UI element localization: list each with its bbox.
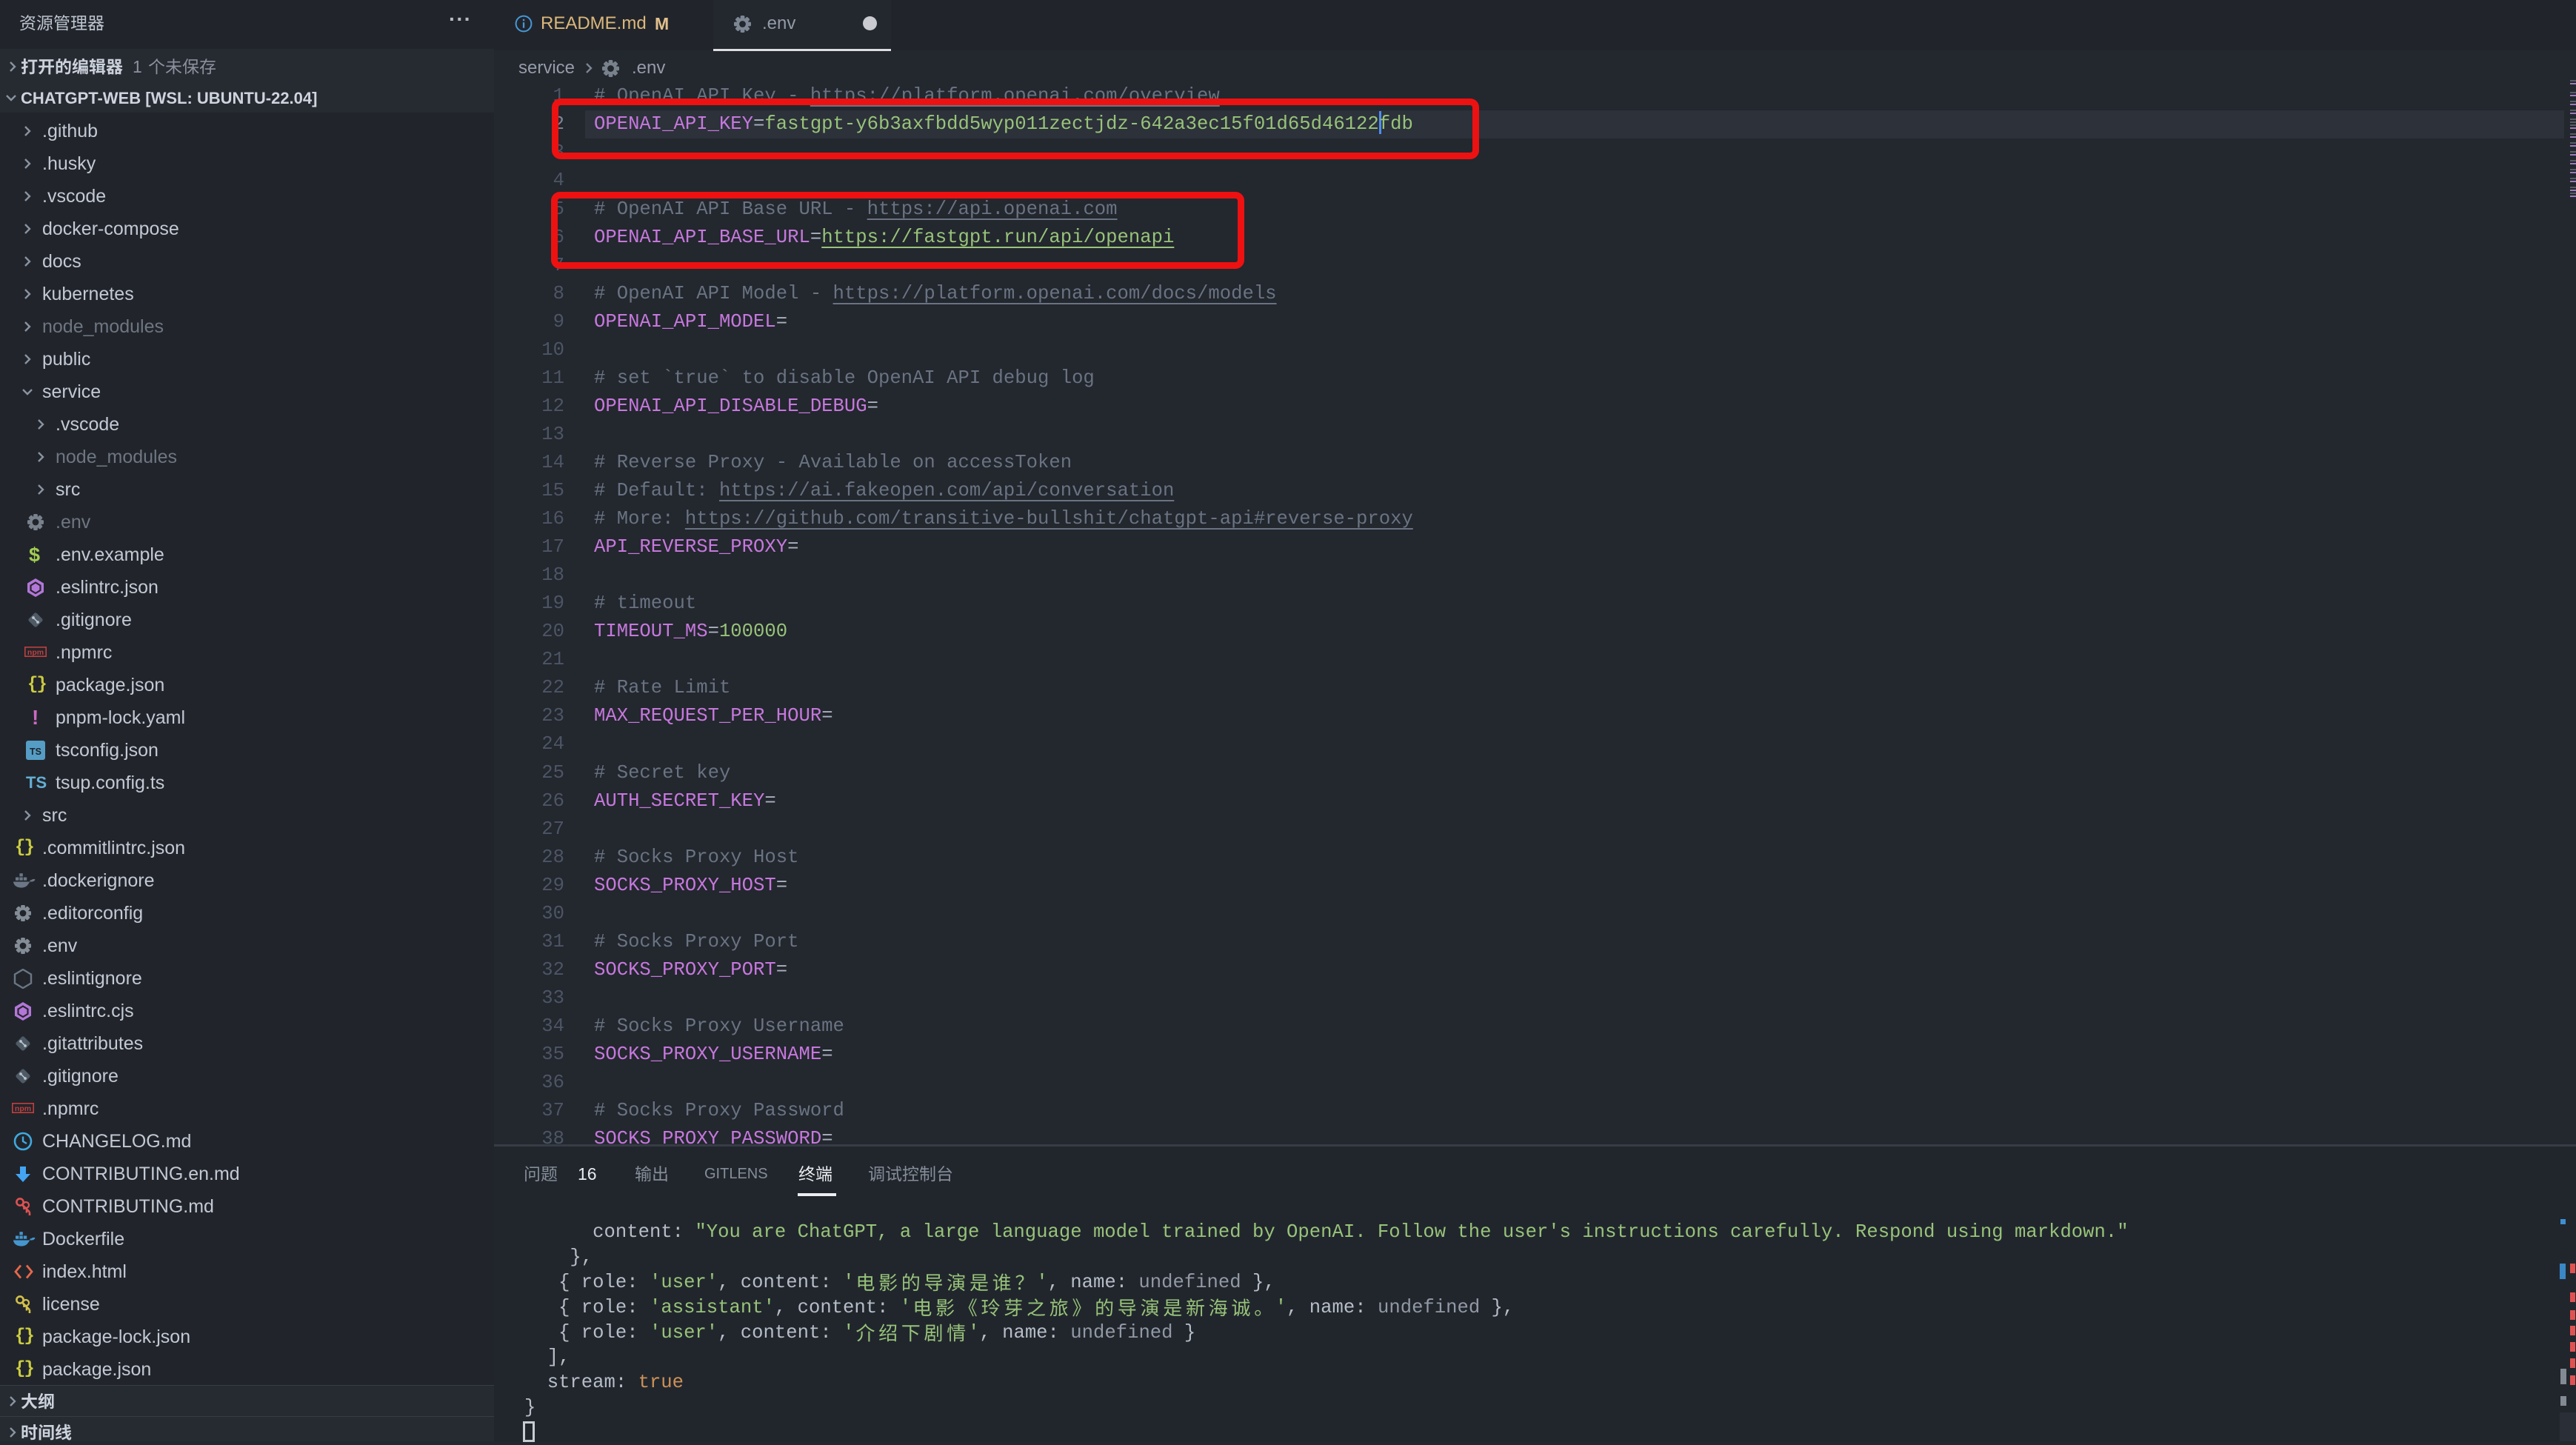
svg-text:TS: TS	[30, 747, 41, 757]
svg-text:npm: npm	[15, 1104, 31, 1113]
svg-text:npm: npm	[27, 648, 44, 657]
